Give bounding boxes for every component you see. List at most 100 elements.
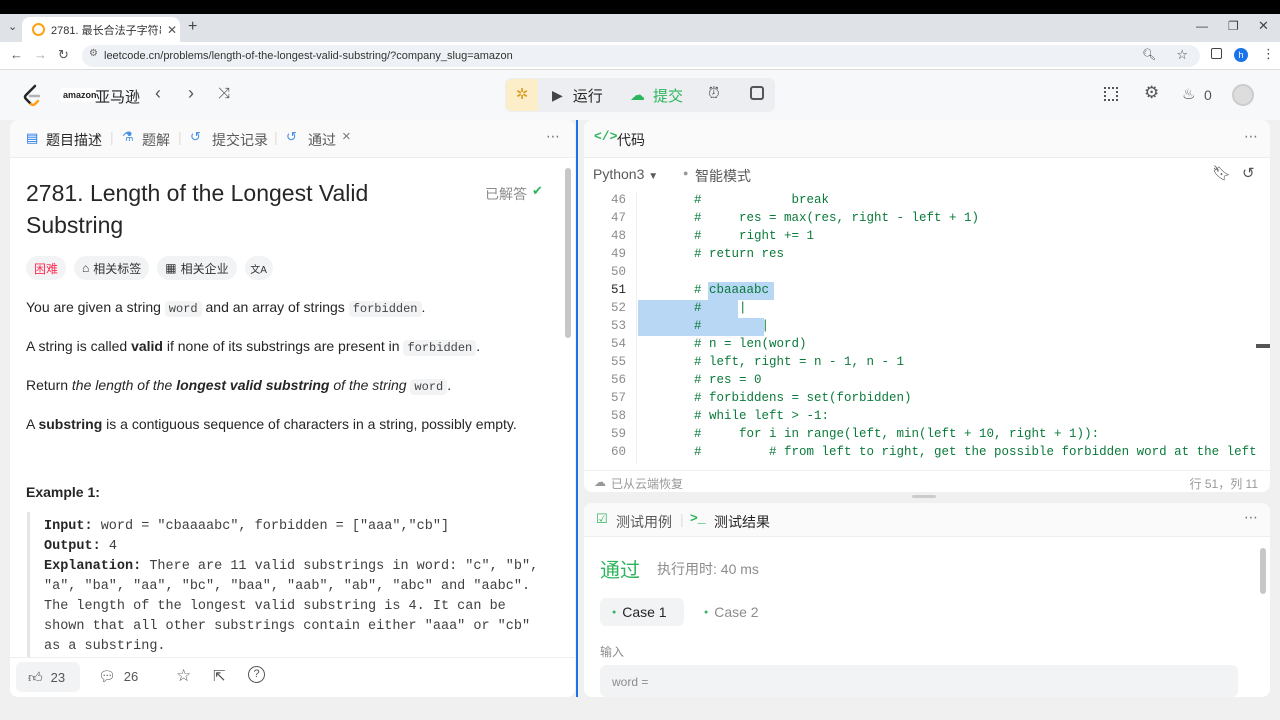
history-icon: ↺: [190, 129, 201, 144]
reload-icon[interactable]: ↻: [58, 47, 69, 63]
streak-fire-icon[interactable]: ♨: [1182, 85, 1195, 103]
description-scrollbar[interactable]: [565, 168, 571, 338]
input-label: 输入: [600, 645, 625, 659]
explanation-label: Explanation:: [44, 559, 142, 574]
inline-code: forbidden: [403, 340, 477, 356]
tab-test-cases[interactable]: 测试用例: [616, 512, 672, 532]
browser-menu-icon[interactable]: ⋮: [1262, 46, 1275, 62]
line-number: 50: [610, 265, 626, 279]
layout-grid-icon[interactable]: [1104, 87, 1118, 101]
like-button[interactable]: 👍︎ 23: [16, 662, 80, 692]
reset-code-icon[interactable]: ↺: [1242, 164, 1255, 182]
smart-mode-toggle[interactable]: 智能模式: [695, 166, 751, 186]
favorite-star-icon[interactable]: ☆: [176, 666, 191, 686]
prev-question-icon[interactable]: ‹: [155, 83, 161, 104]
profile-avatar[interactable]: h: [1234, 48, 1248, 62]
related-tags-label: 相关标签: [93, 261, 142, 276]
related-tags-button[interactable]: ⌂ 相关标签: [74, 256, 150, 280]
building-icon: ▦: [165, 261, 177, 275]
help-icon[interactable]: ?: [248, 666, 265, 683]
bookmark-icon[interactable]: 🔖︎: [1212, 164, 1231, 182]
more-icon[interactable]: ⋯: [546, 128, 560, 145]
browser-tab-title: 2781. 最长合法子字符串的长度: [51, 24, 161, 37]
description-panel: ▤ 题目描述 | ⚗ 题解 | ↺ 提交记录 | ↺ 通过 × ⋯ 2781. …: [10, 120, 575, 697]
code-line: # return res: [694, 247, 785, 261]
user-avatar[interactable]: [1232, 84, 1254, 106]
language-select[interactable]: Python3 ▼: [593, 166, 658, 182]
text: A: [26, 416, 39, 432]
debug-icon[interactable]: ✲: [506, 79, 538, 111]
more-icon[interactable]: ⋯: [1244, 509, 1258, 526]
alarm-clock-icon[interactable]: ⏰︎: [708, 85, 720, 102]
tab-accepted[interactable]: 通过: [308, 130, 336, 150]
close-tab-icon[interactable]: ✕: [167, 23, 177, 37]
new-tab-button[interactable]: +: [188, 18, 197, 36]
line-number: 49: [610, 247, 626, 261]
forward-icon[interactable]: →: [34, 47, 47, 62]
tab-solutions[interactable]: 题解: [142, 130, 170, 150]
input-value: word = "cbaaaabc", forbidden = ["aaa","c…: [92, 519, 450, 534]
pass-dot-icon: ●: [612, 608, 617, 616]
bookmark-star-icon[interactable]: ☆: [1176, 47, 1188, 63]
more-icon[interactable]: ⋯: [1244, 128, 1258, 145]
dot-separator: ●: [683, 168, 689, 178]
next-question-icon[interactable]: ›: [188, 83, 194, 104]
comments-button[interactable]: 💬︎ 26: [98, 668, 138, 685]
tab-description[interactable]: 题目描述: [46, 130, 102, 150]
output-value: 4: [100, 539, 117, 554]
tab-divider: |: [178, 129, 182, 145]
restore-icon[interactable]: ❐: [1228, 19, 1239, 33]
case-2-tab[interactable]: ● Case 2: [704, 598, 759, 626]
share-icon[interactable]: ⇱: [213, 667, 226, 685]
play-icon: ▶: [552, 86, 563, 103]
code-line: # cbaaaabc: [694, 283, 770, 297]
problem-description: You are given a string word and an array…: [26, 297, 556, 434]
translate-icon[interactable]: 文A: [244, 256, 273, 280]
settings-gear-icon[interactable]: ⚙: [1144, 83, 1159, 103]
close-tab-button[interactable]: ×: [342, 128, 351, 145]
run-button[interactable]: ▶ 运行: [540, 79, 620, 111]
code-panel: </> 代码 ⋯ Python3 ▼ ● 智能模式 🔖︎ ↺ 46 # break…: [584, 120, 1270, 492]
text: is a contiguous sequence of characters i…: [102, 416, 517, 432]
tag-row: 困难 ⌂ 相关标签 ▦ 相关企业 文A: [26, 256, 273, 280]
tab-test-results[interactable]: 测试结果: [714, 512, 770, 532]
bold-text: substring: [38, 416, 103, 432]
cloud-icon: ☁: [594, 475, 606, 489]
line-number: 58: [610, 409, 626, 423]
description-tabbar: ▤ 题目描述 | ⚗ 题解 | ↺ 提交记录 | ↺ 通过 × ⋯: [10, 120, 575, 158]
code-line: # right += 1: [694, 229, 815, 243]
back-icon[interactable]: ←: [10, 47, 23, 62]
side-panel-icon[interactable]: [1211, 48, 1222, 59]
code-editor[interactable]: 46 # break 47 # res = max(res, right - left…: [584, 192, 1256, 464]
minimize-icon[interactable]: —: [1196, 19, 1208, 33]
note-icon[interactable]: [750, 86, 764, 100]
example-quote-bar: [27, 512, 30, 662]
panel-splitter[interactable]: [576, 120, 578, 697]
runtime-text: 执行用时: 40 ms: [657, 561, 759, 577]
close-window-icon[interactable]: ✕: [1258, 18, 1269, 34]
accepted-history-icon: ↺: [286, 129, 297, 144]
code-icon: </>: [594, 129, 618, 144]
test-scrollbar[interactable]: [1260, 548, 1266, 594]
random-question-icon[interactable]: ⤨: [218, 85, 230, 102]
code-line: # |: [694, 301, 747, 315]
input-label: Input:: [44, 519, 93, 534]
problem-title: 2781. Length of the Longest Valid Substr…: [26, 180, 369, 238]
submit-button[interactable]: ☁ 提交: [622, 79, 696, 111]
italic-text: the length of the: [71, 377, 177, 393]
tab-submissions[interactable]: 提交记录: [212, 130, 268, 150]
zoom-icon[interactable]: 🔍︎: [1142, 48, 1156, 61]
result-status: 通过: [600, 560, 640, 582]
url-field[interactable]: ⚙ leetcode.cn/problems/length-of-the-lon…: [82, 45, 1200, 67]
browser-tab[interactable]: 2781. 最长合法子字符串的长度 ✕: [22, 17, 180, 42]
leetcode-logo-icon[interactable]: [22, 84, 42, 108]
case-1-tab[interactable]: ● Case 1: [600, 598, 684, 626]
description-icon: ▤: [26, 130, 39, 145]
tab-list-icon[interactable]: ⌄: [8, 20, 17, 33]
code-line: # for i in range(left, min(left + 10, ri…: [694, 427, 1100, 441]
company-name[interactable]: 亚马逊: [95, 86, 140, 107]
site-info-icon[interactable]: ⚙: [89, 48, 98, 59]
related-companies-button[interactable]: ▦ 相关企业: [157, 256, 237, 280]
vertical-splitter-handle[interactable]: [912, 495, 936, 498]
text: if none of its substrings are present in: [162, 338, 404, 354]
